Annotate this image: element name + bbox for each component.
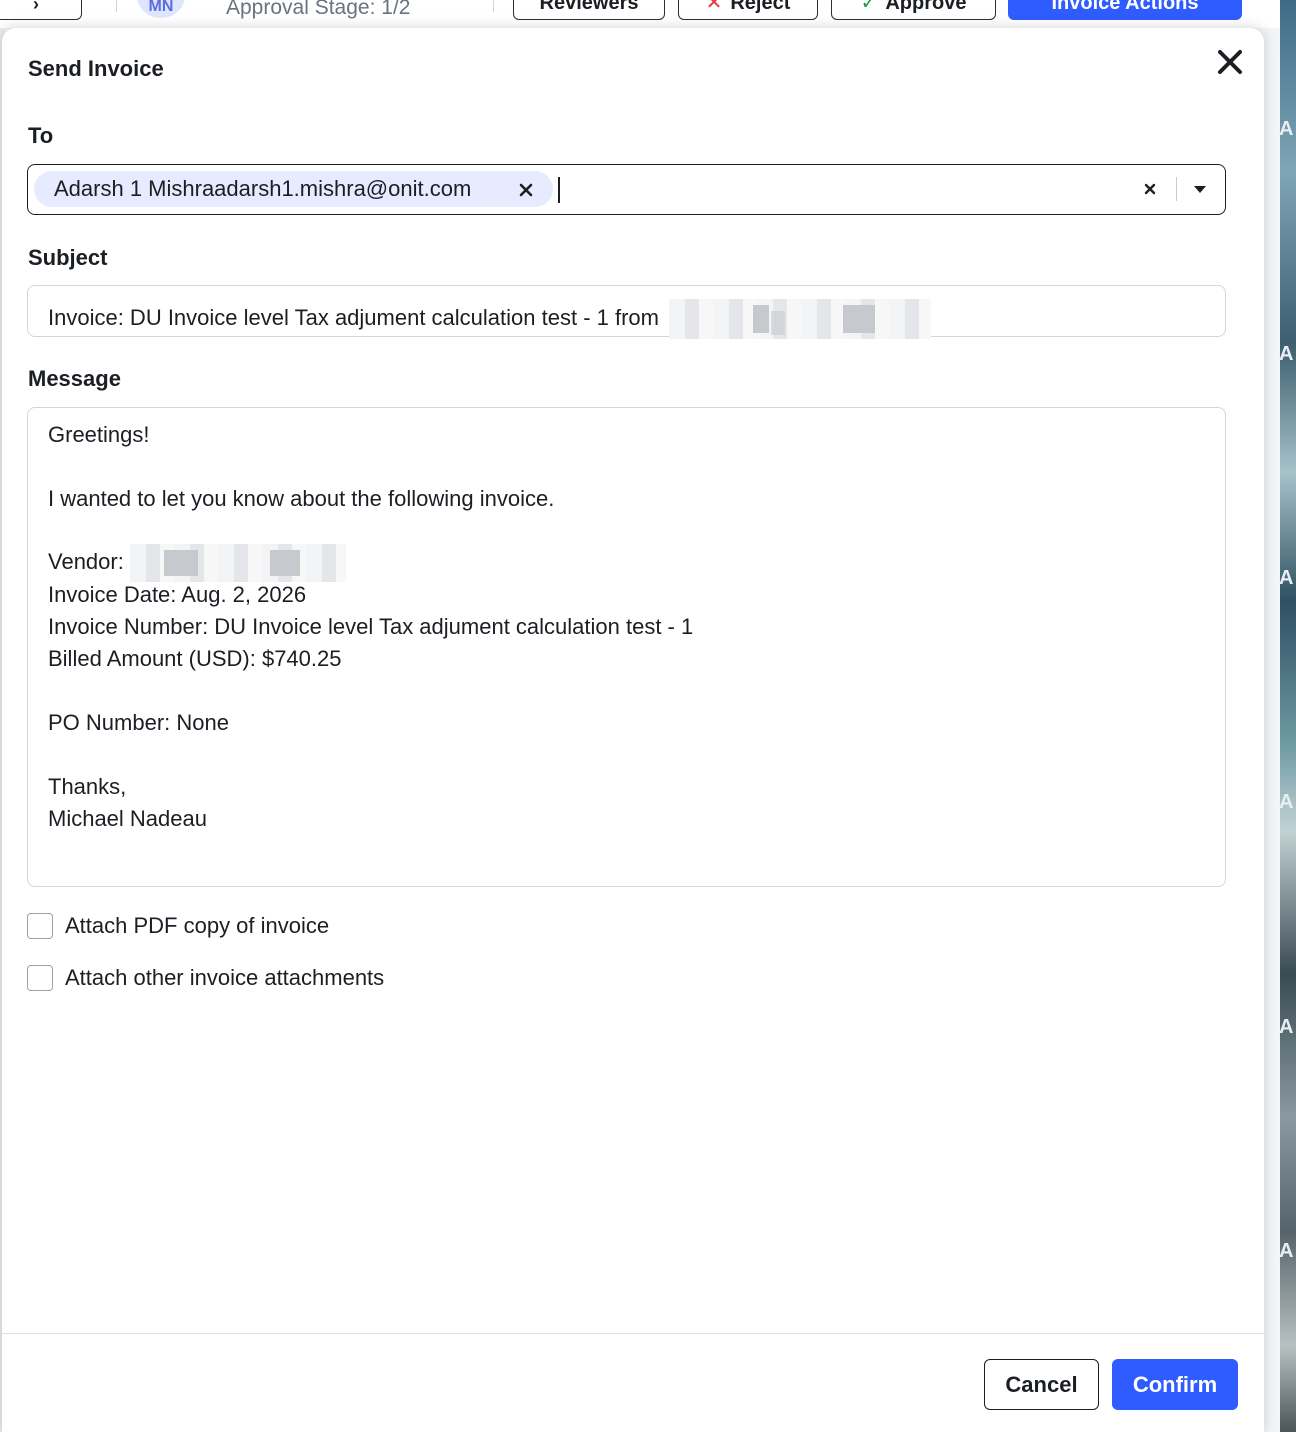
- recipient-chip: Adarsh 1 Mishraadarsh1.mishra@onit.com: [34, 171, 553, 207]
- attach-other-option[interactable]: Attach other invoice attachments: [27, 964, 384, 992]
- subject-input[interactable]: Invoice: DU Invoice level Tax adjument c…: [27, 285, 1226, 339]
- recipient-chip-label: Adarsh 1 Mishraadarsh1.mishra@onit.com: [54, 176, 472, 201]
- message-invoice-number: Invoice Number: DU Invoice level Tax adj…: [48, 614, 694, 639]
- attach-pdf-option[interactable]: Attach PDF copy of invoice: [27, 912, 329, 940]
- message-invoice-date: Invoice Date: Aug. 2, 2026: [48, 582, 307, 607]
- reject-icon: ✕: [705, 0, 723, 14]
- footer-divider: [2, 1333, 1264, 1334]
- remove-recipient-button[interactable]: [514, 178, 538, 202]
- background-nav-button[interactable]: ›: [0, 0, 82, 20]
- message-label: Message: [28, 366, 121, 391]
- reject-button[interactable]: ✕ Reject: [678, 0, 818, 20]
- approve-button-label: Approve: [885, 0, 967, 14]
- reject-button-label: Reject: [730, 0, 791, 14]
- close-button[interactable]: [1210, 42, 1250, 82]
- background-image-strip: [1280, 0, 1296, 1432]
- approve-button[interactable]: ✓ Approve: [831, 0, 996, 20]
- attach-pdf-checkbox[interactable]: [27, 913, 53, 939]
- close-icon: [1144, 183, 1156, 195]
- background-strip-letter: A: [1279, 791, 1294, 813]
- attach-other-label: Attach other invoice attachments: [65, 965, 385, 990]
- check-icon: ✓: [860, 0, 878, 14]
- background-divider: [493, 0, 494, 12]
- background-strip-letter: A: [1279, 343, 1294, 365]
- reviewers-button[interactable]: Reviewers: [513, 0, 665, 20]
- modal-title: Send Invoice: [28, 56, 164, 81]
- attach-pdf-label: Attach PDF copy of invoice: [65, 913, 330, 938]
- approval-stage-text: Approval Stage: 1/2: [226, 0, 411, 19]
- background-strip-letter: A: [1279, 1240, 1294, 1262]
- message-thanks: Thanks,: [48, 774, 127, 799]
- reviewers-button-label: Reviewers: [539, 0, 639, 14]
- attach-other-checkbox[interactable]: [27, 965, 53, 991]
- redacted-vendor-value: [129, 544, 346, 582]
- text-cursor: [558, 177, 560, 203]
- chevron-right-icon: ›: [33, 0, 39, 14]
- confirm-button[interactable]: Confirm: [1112, 1359, 1238, 1410]
- subject-value: Invoice: DU Invoice level Tax adjument c…: [48, 304, 659, 330]
- message-intro: I wanted to let you know about the follo…: [48, 486, 555, 511]
- select-separator: [1176, 177, 1177, 201]
- background-divider: [116, 0, 117, 12]
- to-label: To: [28, 123, 54, 148]
- send-invoice-modal: Send Invoice To Adarsh 1 Mishraadarsh1.m…: [2, 28, 1264, 1432]
- message-greeting: Greetings!: [48, 422, 150, 447]
- message-vendor-row: Vendor:: [48, 544, 346, 582]
- message-textarea[interactable]: Greetings! I wanted to let you know abou…: [27, 407, 1226, 887]
- subject-label: Subject: [28, 245, 108, 270]
- subject-value-row: Invoice: DU Invoice level Tax adjument c…: [48, 299, 932, 339]
- clear-recipients-button[interactable]: [1138, 177, 1162, 201]
- to-recipient-select[interactable]: Adarsh 1 Mishraadarsh1.mishra@onit.com: [27, 164, 1226, 215]
- redacted-vendor-name: [669, 299, 932, 339]
- background-strip-letter: A: [1279, 118, 1294, 140]
- background-strip-letter: A: [1279, 567, 1294, 589]
- invoice-actions-button-label: Invoice Actions: [1051, 0, 1199, 14]
- close-icon: [519, 183, 533, 197]
- background-strip-letter: A: [1279, 1016, 1294, 1038]
- message-vendor: Vendor:: [48, 548, 124, 574]
- message-billed-amount: Billed Amount (USD): $740.25: [48, 646, 342, 671]
- cancel-button[interactable]: Cancel: [984, 1359, 1099, 1410]
- message-signature: Michael Nadeau: [48, 806, 207, 831]
- message-po-number: PO Number: None: [48, 710, 229, 735]
- recipient-dropdown-button[interactable]: [1188, 177, 1212, 201]
- close-icon: [1218, 50, 1242, 74]
- caret-down-icon: [1194, 186, 1206, 193]
- invoice-actions-button[interactable]: Invoice Actions: [1008, 0, 1242, 20]
